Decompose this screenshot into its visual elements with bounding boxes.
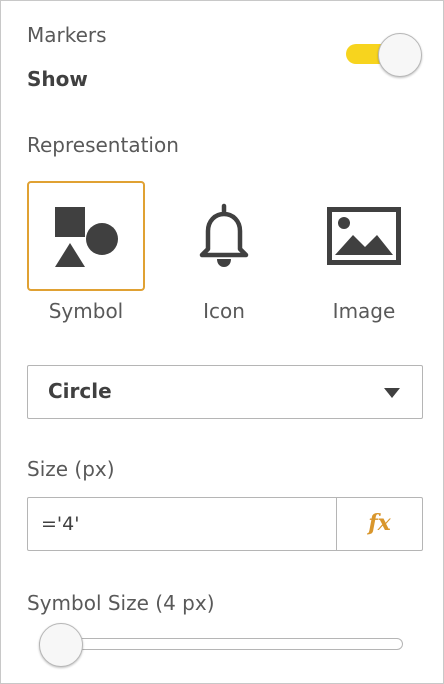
fx-icon: fx [368, 510, 391, 536]
size-expression-field: fx [27, 497, 423, 551]
slider-thumb[interactable] [39, 623, 83, 667]
markers-label: Markers [27, 23, 107, 47]
representation-option-symbol[interactable] [27, 181, 145, 291]
representation-option-icon-label: Icon [203, 299, 245, 323]
slider-track[interactable] [39, 638, 403, 650]
representation-label: Representation [27, 133, 179, 157]
representation-option-icon[interactable] [165, 181, 283, 291]
representation-option-image-label: Image [332, 299, 396, 323]
shapes-icon [55, 207, 118, 267]
size-expression-input[interactable] [28, 498, 336, 550]
symbol-shape-value: Circle [48, 379, 112, 403]
representation-option-image[interactable] [305, 181, 423, 291]
bell-icon [199, 203, 249, 267]
image-icon [327, 207, 401, 265]
representation-option-symbol-label: Symbol [48, 299, 124, 323]
expression-editor-button[interactable]: fx [336, 498, 422, 550]
toggle-knob[interactable] [378, 33, 422, 77]
markers-show-toggle[interactable] [344, 33, 424, 77]
size-label: Size (px) [27, 457, 115, 481]
symbol-size-label: Symbol Size (4 px) [27, 591, 215, 615]
markers-show-label: Show [27, 67, 88, 91]
markers-properties-panel: Markers Show Representation Symbol Icon … [0, 0, 444, 684]
symbol-size-slider[interactable] [39, 623, 405, 667]
symbol-shape-dropdown[interactable]: Circle [27, 365, 423, 419]
caret-down-icon [384, 388, 400, 398]
